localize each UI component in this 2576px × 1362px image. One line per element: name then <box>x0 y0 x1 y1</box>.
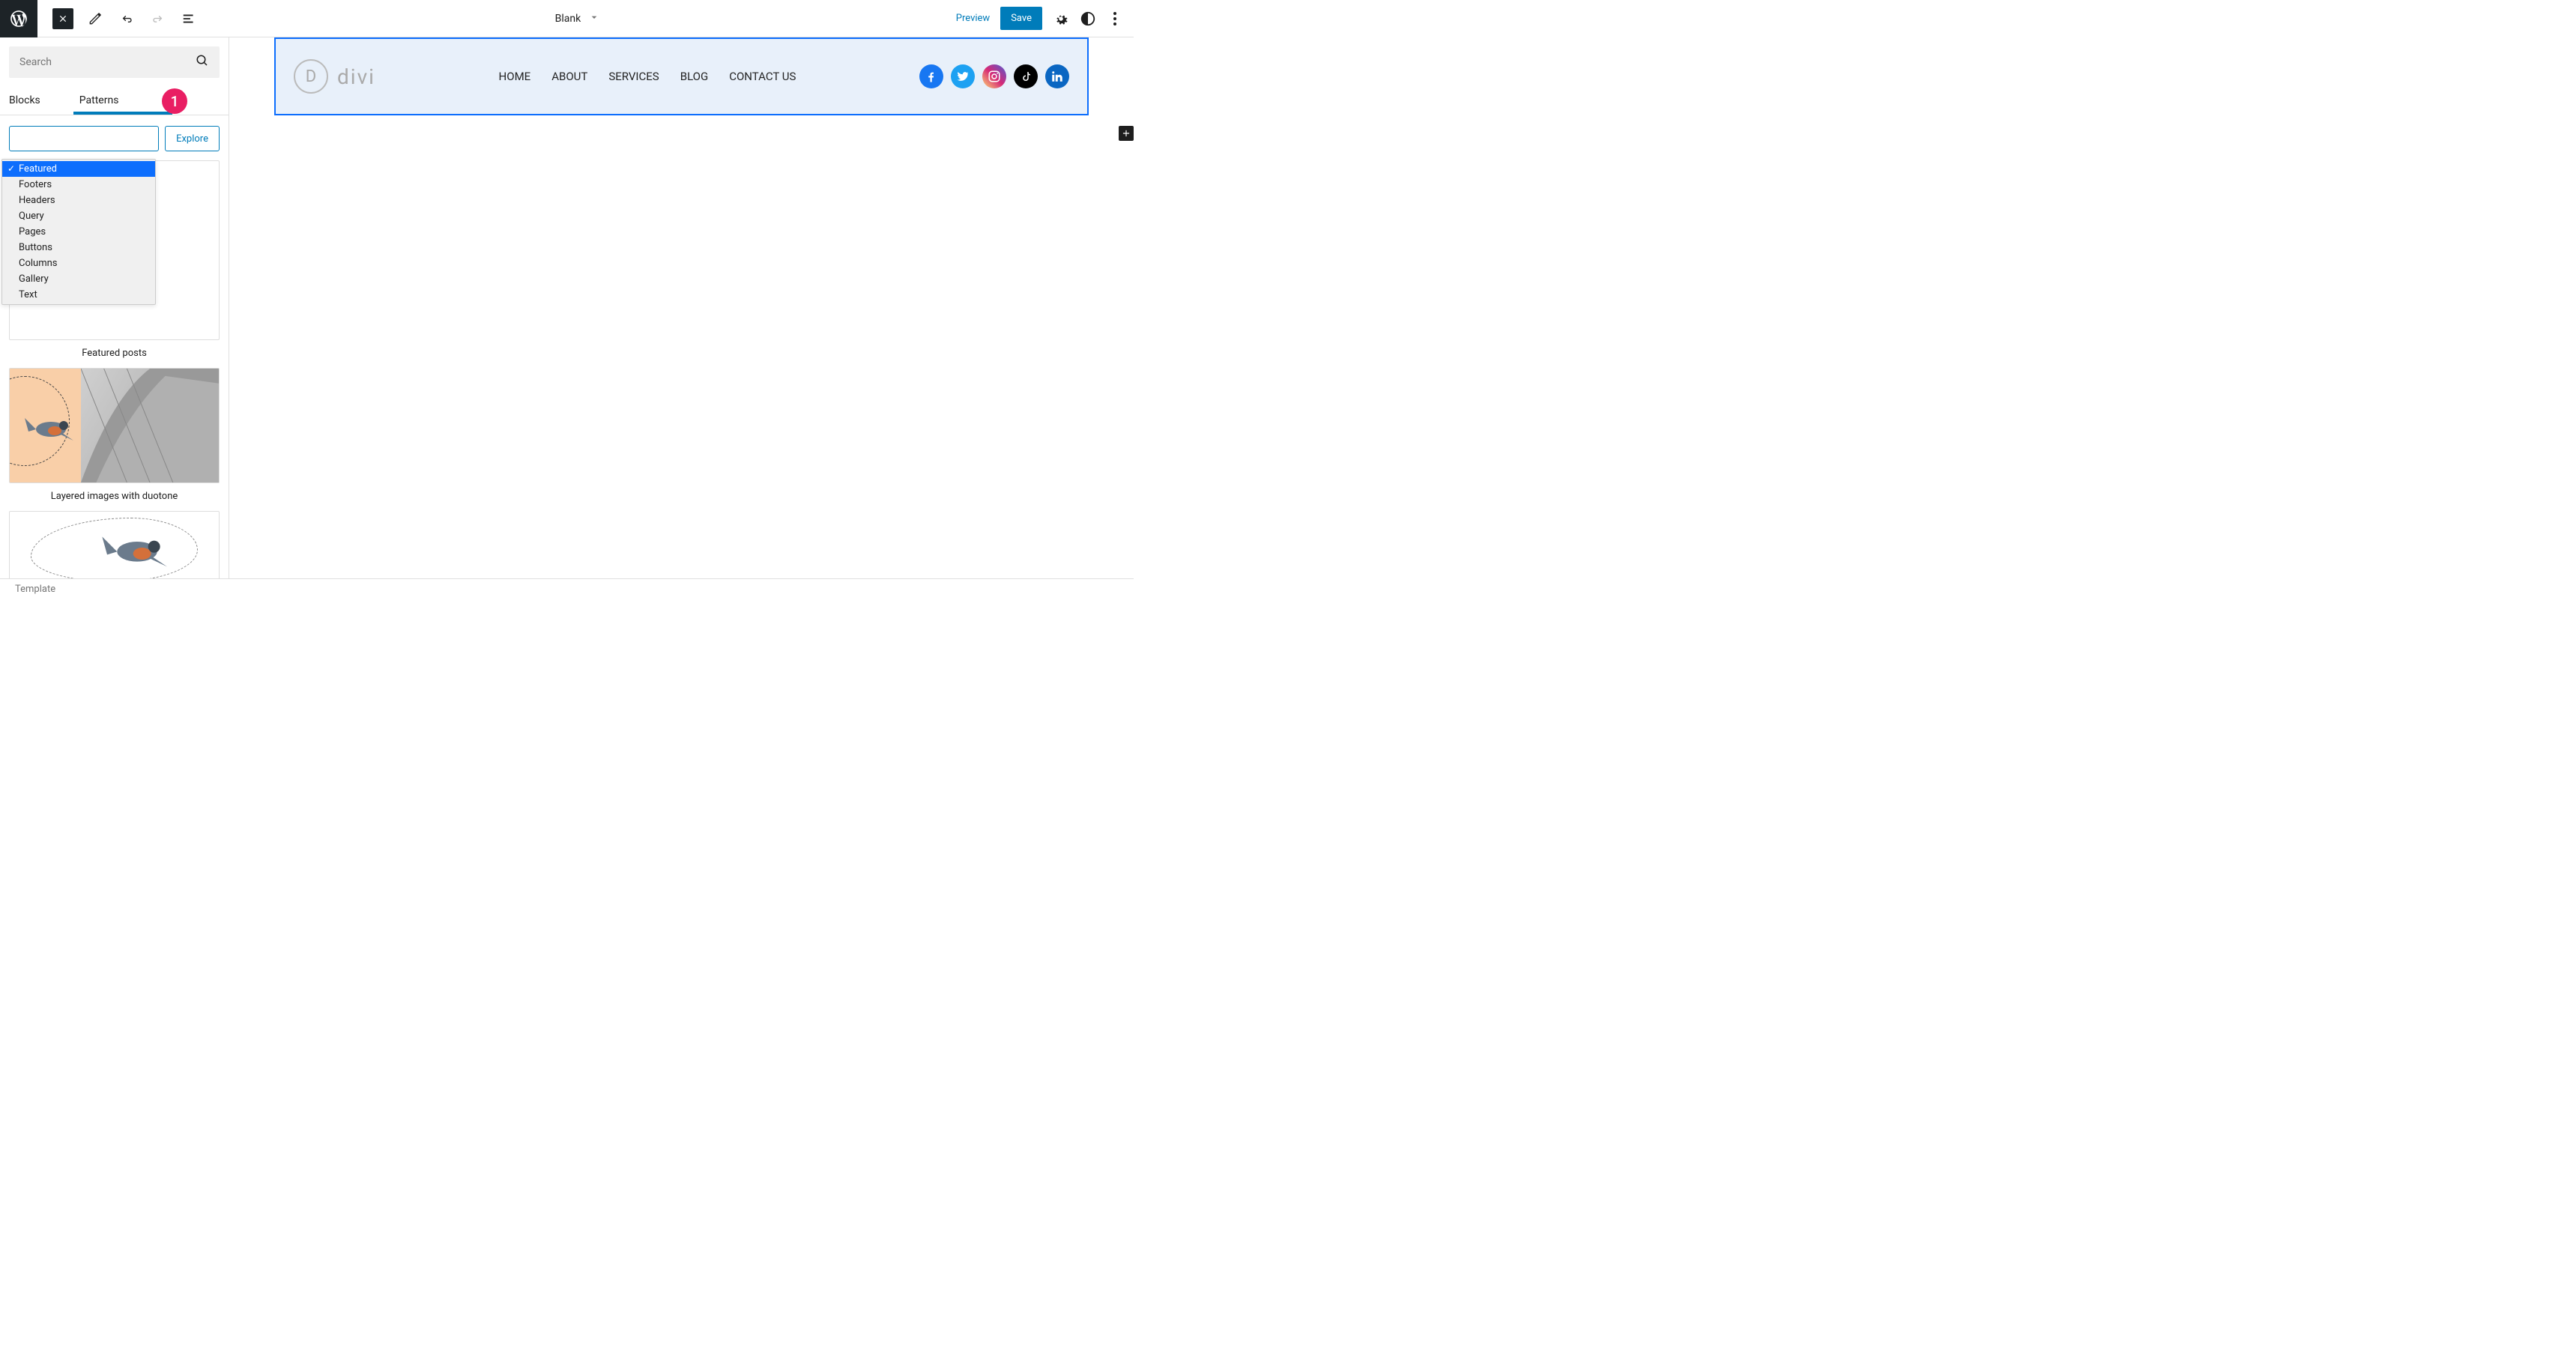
dropdown-item-footers[interactable]: Footers <box>2 177 155 193</box>
twitter-link[interactable] <box>951 64 975 88</box>
redo-icon <box>150 10 166 27</box>
tiktok-link[interactable] <box>1014 64 1038 88</box>
inserter-sidebar: Blocks Patterns 1 Explore Featured Foote… <box>0 37 229 578</box>
dropdown-item-featured[interactable]: Featured <box>2 161 155 177</box>
undo-icon <box>118 10 135 27</box>
pattern-preview <box>9 511 220 578</box>
feather-texture <box>81 369 219 482</box>
add-block-button[interactable] <box>1119 126 1134 141</box>
annotation-badge: 1 <box>162 88 187 114</box>
tiktok-icon <box>1019 70 1032 83</box>
bird-icon <box>25 411 77 444</box>
nav-item-contact[interactable]: CONTACT US <box>729 70 796 83</box>
bird-icon <box>100 527 175 572</box>
logo-circle: D <box>294 59 328 94</box>
linkedin-link[interactable] <box>1045 64 1069 88</box>
preview-link[interactable]: Preview <box>956 13 990 24</box>
dropdown-item-text[interactable]: Text <box>2 287 155 303</box>
save-button[interactable]: Save <box>1000 7 1042 30</box>
pattern-category-select[interactable] <box>9 126 159 151</box>
topbar-right-group: Preview Save <box>956 7 1134 30</box>
topbar-left-group <box>0 0 199 37</box>
contrast-icon <box>1080 10 1096 27</box>
nav-item-home[interactable]: HOME <box>499 70 531 83</box>
linkedin-icon <box>1050 70 1064 83</box>
logo-text: divi <box>337 64 375 89</box>
social-icons <box>919 64 1069 88</box>
wordpress-logo[interactable] <box>0 0 37 37</box>
nav-item-services[interactable]: SERVICES <box>608 70 659 83</box>
explore-button[interactable]: Explore <box>165 126 220 151</box>
inserter-tabs: Blocks Patterns 1 <box>0 87 229 114</box>
chevron-down-icon <box>588 11 600 26</box>
topbar-center[interactable]: Blank <box>199 11 956 26</box>
site-logo[interactable]: D divi <box>294 59 375 94</box>
search-icon <box>196 54 209 70</box>
plus-icon <box>1121 128 1131 139</box>
tab-patterns[interactable]: Patterns <box>79 87 119 114</box>
facebook-icon <box>925 70 938 83</box>
edit-tool[interactable] <box>85 9 105 28</box>
instagram-icon <box>988 70 1001 83</box>
dropdown-item-pages[interactable]: Pages <box>2 224 155 240</box>
breadcrumb-label[interactable]: Template <box>15 584 55 595</box>
pattern-category-dropdown: Featured Footers Headers Query Pages But… <box>1 159 156 305</box>
dropdown-item-headers[interactable]: Headers <box>2 193 155 208</box>
pattern-preview <box>9 368 220 483</box>
editor-canvas[interactable]: D divi HOME ABOUT SERVICES BLOG CONTACT … <box>229 37 1134 578</box>
nav-menu: HOME ABOUT SERVICES BLOG CONTACT US <box>405 70 889 83</box>
dropdown-item-query[interactable]: Query <box>2 208 155 224</box>
twitter-icon <box>956 70 970 83</box>
more-options-button[interactable] <box>1107 10 1123 27</box>
nav-item-blog[interactable]: BLOG <box>680 70 709 83</box>
gear-icon <box>1053 10 1069 27</box>
editor-topbar: Blank Preview Save <box>0 0 1134 37</box>
list-view-button[interactable] <box>180 9 199 28</box>
undo-button[interactable] <box>117 9 136 28</box>
search-input[interactable] <box>9 46 220 78</box>
dropdown-item-columns[interactable]: Columns <box>2 255 155 271</box>
header-block[interactable]: D divi HOME ABOUT SERVICES BLOG CONTACT … <box>274 37 1089 115</box>
tab-blocks[interactable]: Blocks <box>9 87 40 114</box>
redo-button[interactable] <box>148 9 168 28</box>
styles-button[interactable] <box>1080 10 1096 27</box>
instagram-link[interactable] <box>982 64 1006 88</box>
search-wrap <box>0 37 229 87</box>
dropdown-item-buttons[interactable]: Buttons <box>2 240 155 255</box>
pattern-card-partial[interactable] <box>9 511 220 578</box>
pattern-label: Layered images with duotone <box>9 491 220 502</box>
close-icon <box>58 13 68 24</box>
close-button[interactable] <box>52 8 73 29</box>
pencil-icon <box>87 10 103 27</box>
breadcrumb-footer: Template <box>0 578 1134 599</box>
nav-item-about[interactable]: ABOUT <box>551 70 587 83</box>
dropdown-item-gallery[interactable]: Gallery <box>2 271 155 287</box>
wordpress-icon <box>9 9 28 28</box>
template-name: Blank <box>555 13 581 25</box>
pattern-label: Featured posts <box>9 348 220 359</box>
facebook-link[interactable] <box>919 64 943 88</box>
pattern-filter-row: Explore <box>0 115 229 160</box>
pattern-card-layered-images[interactable]: Layered images with duotone <box>9 368 220 502</box>
settings-button[interactable] <box>1053 10 1069 27</box>
list-view-icon <box>181 10 198 27</box>
